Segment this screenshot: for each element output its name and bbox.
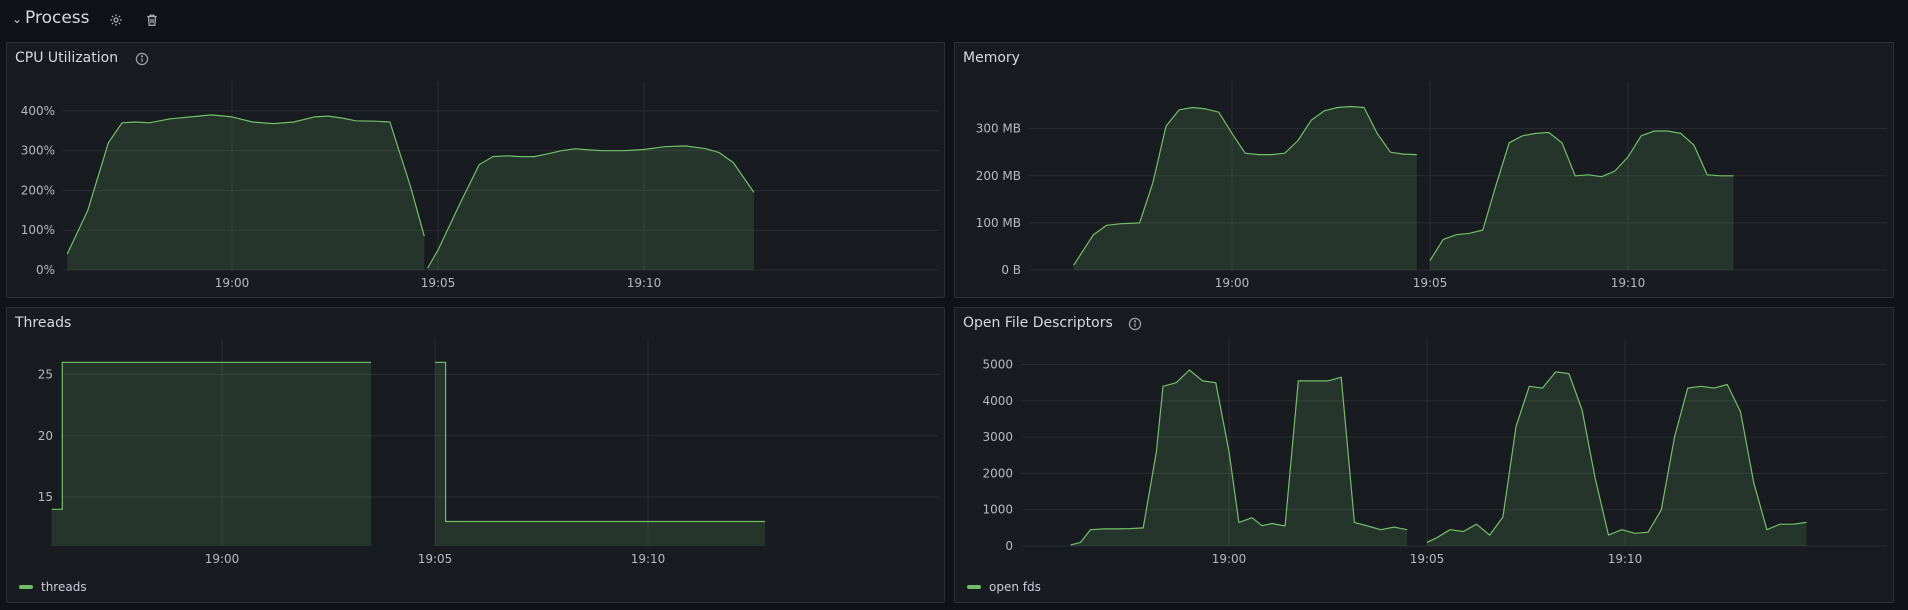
cpu-chart: 19:00 19:05 19:10 0% 100% 200% 300% 400% xyxy=(21,81,939,290)
y-tick-label: 2000 xyxy=(982,466,1013,480)
legend-label: threads xyxy=(41,580,87,594)
legend[interactable]: open fds xyxy=(967,580,1041,594)
y-tick-label: 300 MB xyxy=(976,122,1021,136)
x-tick-label: 19:00 xyxy=(1215,276,1250,290)
y-tick-label: 0% xyxy=(36,263,55,277)
y-tick-label: 100% xyxy=(21,223,55,237)
legend-swatch xyxy=(19,585,33,589)
series-area xyxy=(1073,106,1417,270)
y-tick-label: 15 xyxy=(38,490,53,504)
legend-label: open fds xyxy=(989,580,1041,594)
series-area xyxy=(435,362,766,546)
row-header: ⌄ Process xyxy=(0,0,1908,38)
series-line xyxy=(1070,369,1408,546)
x-tick-label: 19:05 xyxy=(418,552,453,566)
x-tick-label: 19:00 xyxy=(1212,552,1247,566)
y-tick-label: 300% xyxy=(21,144,55,158)
panel-cpu-utilization: CPU Utilization 19:00 19:05 19:10 0% 100% 200… xyxy=(6,42,945,298)
panel-memory: Memory 19:00 19:05 19:10 0 B 100 MB 200 MB 300… xyxy=(954,42,1894,298)
panel-threads: Threads 19:00 19:05 19:10 15 20 25 threads xyxy=(6,307,945,603)
trash-icon[interactable] xyxy=(144,12,160,28)
y-tick-label: 1000 xyxy=(982,503,1013,517)
fds-chart: 19:00 19:05 19:10 0 1000 2000 3000 4000 5000 xyxy=(982,340,1887,566)
series-area xyxy=(67,114,425,271)
x-tick-label: 19:05 xyxy=(1413,276,1448,290)
x-tick-label: 19:00 xyxy=(205,552,240,566)
series-area xyxy=(427,145,754,270)
chevron-down-icon[interactable]: ⌄ xyxy=(12,12,22,26)
legend-swatch xyxy=(967,585,981,589)
memory-chart: 19:00 19:05 19:10 0 B 100 MB 200 MB 300 MB xyxy=(976,81,1887,290)
x-tick-label: 19:05 xyxy=(421,276,456,290)
x-tick-label: 19:10 xyxy=(1608,552,1643,566)
series-area xyxy=(1430,131,1734,270)
y-tick-label: 5000 xyxy=(982,358,1013,372)
y-tick-label: 100 MB xyxy=(976,216,1021,230)
panel-open-file-descriptors: Open File Descriptors 19:00 19:05 19:10 0 10… xyxy=(954,307,1894,603)
series-area xyxy=(51,362,372,546)
x-tick-label: 19:00 xyxy=(215,276,250,290)
x-tick-label: 19:10 xyxy=(1611,276,1646,290)
legend[interactable]: threads xyxy=(19,580,87,594)
x-tick-label: 19:10 xyxy=(631,552,666,566)
series-line xyxy=(435,361,766,523)
y-tick-label: 4000 xyxy=(982,394,1013,408)
y-tick-label: 0 B xyxy=(1001,263,1021,277)
row-title[interactable]: Process xyxy=(25,8,90,28)
y-tick-label: 20 xyxy=(38,429,53,443)
x-tick-label: 19:05 xyxy=(1410,552,1445,566)
y-tick-label: 0 xyxy=(1005,539,1013,553)
y-tick-label: 200% xyxy=(21,183,55,197)
y-tick-label: 25 xyxy=(38,368,53,382)
gear-icon[interactable] xyxy=(108,12,124,28)
threads-chart: 19:00 19:05 19:10 15 20 25 xyxy=(38,340,939,566)
y-tick-label: 400% xyxy=(21,104,55,118)
y-tick-label: 3000 xyxy=(982,430,1013,444)
y-tick-label: 200 MB xyxy=(976,169,1021,183)
x-tick-label: 19:10 xyxy=(627,276,662,290)
